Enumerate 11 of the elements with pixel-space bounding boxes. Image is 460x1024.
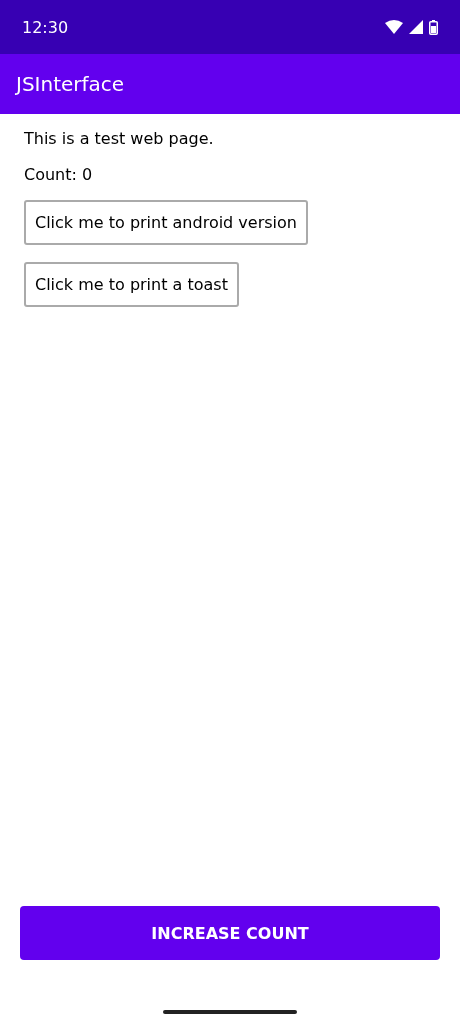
- wifi-icon: [385, 20, 403, 34]
- page-text: This is a test web page.: [24, 128, 215, 150]
- increase-count-button[interactable]: INCREASE COUNT: [20, 906, 440, 960]
- web-button[interactable]: Click me to print android version: [24, 200, 308, 245]
- signal-icon: [409, 20, 423, 34]
- battery-icon: [429, 19, 438, 35]
- page-text: Count: 0: [24, 164, 94, 186]
- web-button[interactable]: Click me to print a toast: [24, 262, 239, 307]
- app-title: JSInterface: [16, 72, 125, 96]
- clock-time: 12:30: [22, 17, 69, 37]
- gesture-bar[interactable]: [163, 1010, 297, 1014]
